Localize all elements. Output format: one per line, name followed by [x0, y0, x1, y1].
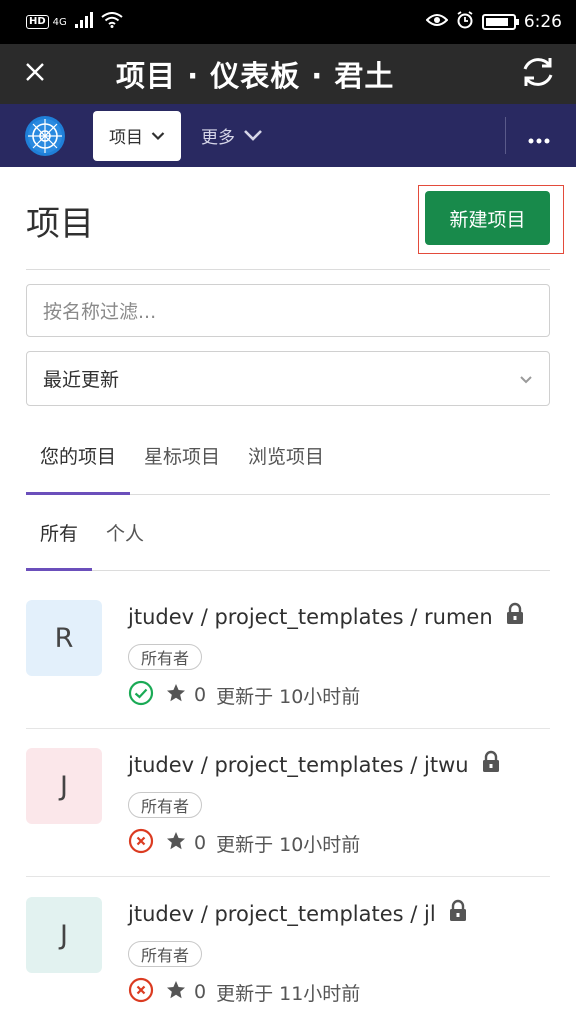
close-button[interactable] [0, 44, 70, 104]
chevron-down-icon [243, 126, 263, 146]
more-dropdown-label: 更多 [201, 128, 235, 148]
star-count[interactable]: 0 [166, 980, 206, 1005]
tab-your-projects[interactable]: 您的项目 [26, 434, 131, 495]
title-bar: 项目 · 仪表板 · 君土 [0, 44, 576, 104]
project-avatar[interactable]: J [26, 748, 102, 824]
filter-placeholder: 按名称过滤... [43, 301, 157, 323]
page-title-bar: 项目 · 仪表板 · 君土 [116, 59, 395, 93]
tab-starred-projects[interactable]: 星标项目 [130, 434, 234, 494]
star-icon [166, 980, 186, 1005]
project-meta: 0 更新于 10小时前 [128, 828, 360, 858]
refresh-button[interactable] [500, 44, 576, 104]
project-tabs: 您的项目 星标项目 浏览项目 [26, 434, 550, 495]
new-project-highlight: 新建项目 [418, 185, 564, 254]
project-name[interactable]: jtudev / project_templates / rumen [128, 605, 493, 629]
tab-explore-projects[interactable]: 浏览项目 [234, 434, 338, 494]
project-name[interactable]: jtudev / project_templates / jl [128, 902, 436, 926]
updated-time: 更新于 10小时前 [216, 833, 361, 856]
divider [26, 269, 550, 270]
updated-time: 更新于 10小时前 [216, 685, 361, 708]
refresh-icon [519, 53, 557, 95]
star-count[interactable]: 0 [166, 831, 206, 856]
logo-icon[interactable] [25, 115, 65, 156]
more-options-icon[interactable] [528, 128, 550, 149]
divider [26, 728, 550, 729]
list-item[interactable]: J jtudev / project_templates / jl 所有者 0 … [26, 897, 550, 1024]
divider [26, 876, 550, 877]
projects-dropdown-label: 项目 [109, 128, 143, 148]
star-icon [166, 683, 186, 708]
project-title[interactable]: jtudev / project_templates / rumen [128, 602, 525, 631]
lock-icon [505, 602, 525, 631]
signal-icon [74, 11, 93, 33]
wifi-icon [101, 11, 123, 33]
status-bar: HD 4G 6:26 [0, 0, 576, 44]
lock-icon [481, 750, 501, 779]
project-avatar[interactable]: J [26, 897, 102, 973]
eye-icon [425, 12, 449, 32]
projects-dropdown[interactable]: 项目 [93, 110, 181, 161]
pipeline-failed-icon[interactable] [128, 828, 154, 859]
status-left: HD 4G [26, 11, 123, 33]
network-type: 4G [52, 16, 67, 28]
pipeline-failed-icon[interactable] [128, 977, 154, 1008]
lock-icon [448, 899, 468, 928]
project-meta: 0 更新于 10小时前 [128, 680, 360, 710]
project-subtabs: 所有 个人 [26, 513, 550, 571]
filter-by-name-input[interactable]: 按名称过滤... [26, 284, 550, 337]
role-badge: 所有者 [128, 644, 203, 670]
alarm-icon [456, 10, 474, 34]
hd-badge: HD [26, 15, 49, 29]
project-meta: 0 更新于 11小时前 [128, 977, 360, 1007]
list-item[interactable]: J jtudev / project_templates / jtwu 所有者 … [26, 748, 550, 896]
sort-select[interactable]: 最近更新 [26, 351, 550, 406]
star-icon [166, 831, 186, 856]
star-count-value: 0 [194, 981, 207, 1003]
project-name[interactable]: jtudev / project_templates / jtwu [128, 753, 469, 777]
close-icon [25, 62, 45, 86]
battery-icon [481, 14, 519, 30]
role-badge: 所有者 [128, 792, 203, 818]
project-title[interactable]: jtudev / project_templates / jtwu [128, 750, 501, 779]
status-time: 6:26 [523, 12, 562, 32]
top-navbar: 项目 更多 [0, 104, 576, 167]
project-avatar[interactable]: R [26, 600, 102, 676]
more-dropdown[interactable]: 更多 [201, 123, 263, 148]
sort-selected-value: 最近更新 [43, 369, 120, 391]
page-title: 项目 [26, 204, 94, 244]
star-count-value: 0 [194, 684, 207, 706]
chevron-down-icon [519, 368, 533, 390]
project-title[interactable]: jtudev / project_templates / jl [128, 899, 468, 928]
nav-divider [505, 117, 506, 154]
new-project-button[interactable]: 新建项目 [425, 191, 550, 245]
status-right: 6:26 [425, 10, 562, 34]
tab-all[interactable]: 所有 [26, 513, 93, 571]
updated-time: 更新于 11小时前 [216, 982, 361, 1005]
star-count-value: 0 [194, 832, 207, 854]
tab-personal[interactable]: 个人 [92, 513, 158, 570]
role-badge: 所有者 [128, 941, 203, 967]
list-item[interactable]: R jtudev / project_templates / rumen 所有者… [26, 600, 550, 748]
pipeline-success-icon[interactable] [128, 680, 154, 711]
star-count[interactable]: 0 [166, 683, 206, 708]
chevron-down-icon [151, 126, 165, 146]
